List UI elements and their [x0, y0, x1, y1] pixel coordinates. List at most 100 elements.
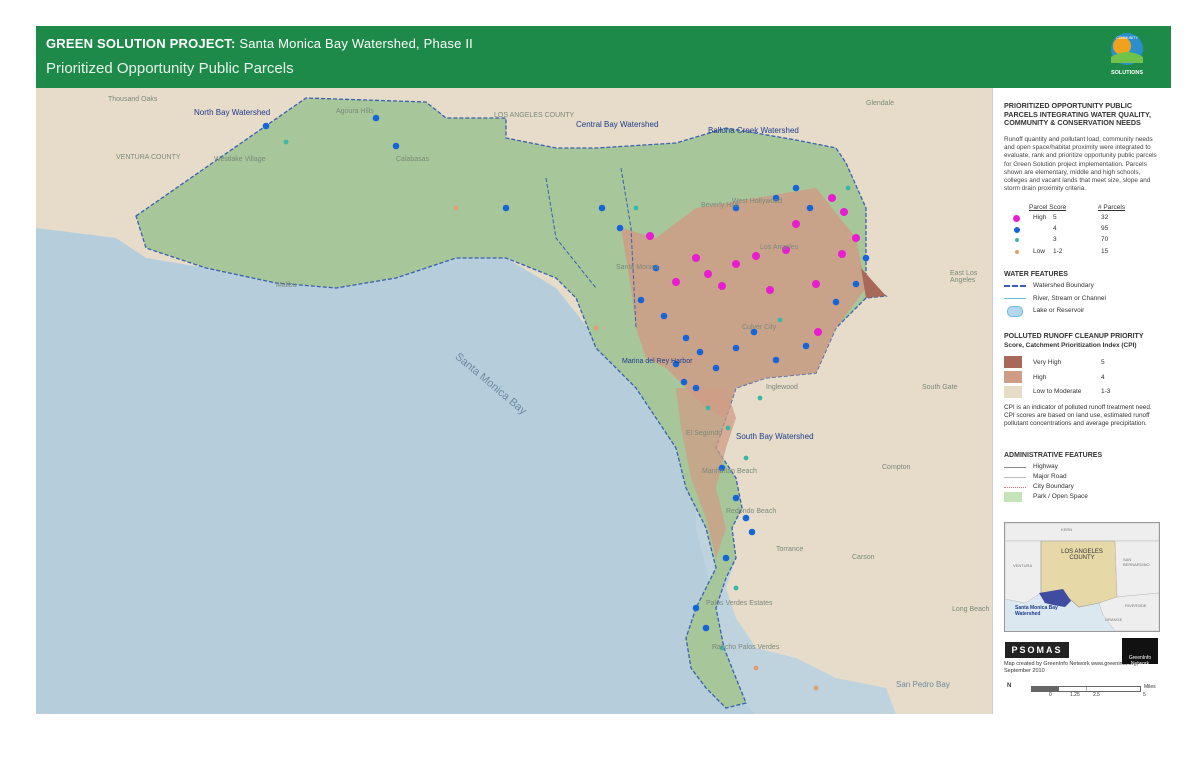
scale-25: 2.5 — [1093, 692, 1100, 698]
parcel-point — [748, 528, 756, 536]
parcel-point — [752, 252, 760, 260]
score-5-count: 32 — [1101, 214, 1109, 221]
parcel-point — [777, 317, 783, 323]
parcel-point — [283, 139, 289, 145]
parcel-point — [262, 122, 270, 130]
label-south-bay: South Bay Watershed — [736, 432, 814, 441]
parcel-point — [616, 224, 624, 232]
cpi-very-high-label: Very High — [1033, 359, 1062, 366]
parcel-point — [712, 364, 720, 372]
score-5-dot — [1013, 215, 1020, 222]
runoff-title: POLLUTED RUNOFF CLEANUP PRIORITY — [1004, 333, 1144, 340]
parcel-point — [757, 395, 763, 401]
parcel-point — [732, 494, 740, 502]
label-calabasas: Calabasas — [396, 156, 430, 163]
green-solutions-logo: SOLUTIONS COMMUNITY — [1105, 31, 1149, 81]
parcel-point — [852, 234, 860, 242]
cpi-very-high-value: 5 — [1101, 359, 1105, 366]
watershed-map[interactable]: North Bay Watershed Central Bay Watershe… — [36, 88, 992, 714]
parcel-point — [814, 328, 822, 336]
parcel-point — [637, 296, 645, 304]
highway-swatch — [1004, 467, 1026, 468]
label-malibu: Malibu — [276, 282, 297, 289]
label-los-angeles: Los Angeles — [760, 244, 799, 251]
cpi-low-value: 1-3 — [1101, 388, 1111, 395]
label-santa-monica: Santa Monica — [616, 264, 659, 271]
runoff-subtitle: Score, Catchment Prioritization Index (C… — [1004, 342, 1137, 349]
logo-text: SOLUTIONS — [1111, 70, 1143, 76]
parcel-point — [702, 624, 710, 632]
parcel-point — [813, 685, 819, 691]
parcel-point — [392, 142, 400, 150]
parcel-point — [862, 254, 870, 262]
parcel-point — [753, 665, 759, 671]
logo-top-text: COMMUNITY — [1116, 36, 1138, 40]
admin-park: Park / Open Space — [1033, 493, 1088, 500]
title-bold: GREEN SOLUTION PROJECT: — [46, 36, 236, 51]
greeninfo-logo: GreenInfo Network — [1122, 638, 1158, 667]
parcel-point — [372, 114, 380, 122]
minimap-ventura: VENTURA — [1013, 563, 1033, 568]
parcel-point — [704, 270, 712, 278]
label-north-bay: North Bay Watershed — [194, 108, 271, 117]
score-high-label: High — [1033, 214, 1047, 221]
label-la-county: LOS ANGELES COUNTY — [494, 112, 575, 119]
score-low-count: 15 — [1101, 248, 1109, 255]
parcel-point — [680, 378, 688, 386]
lake-swatch — [1007, 306, 1023, 317]
minimap-smb-watershed: Santa Monica Bay Watershed — [1015, 605, 1058, 617]
parcel-point — [733, 585, 739, 591]
cpi-very-high-swatch — [1004, 356, 1022, 368]
label-carson: Carson — [852, 554, 875, 561]
label-marina: Marina del Rey Harbor — [622, 358, 693, 365]
cpi-high-value: 4 — [1101, 374, 1105, 381]
label-east-la: East Los Angeles — [950, 270, 978, 284]
parcel-point — [732, 260, 740, 268]
parcel-point — [453, 205, 459, 211]
parcel-point — [718, 282, 726, 290]
greeninfo-text: GreenInfo Network — [1128, 655, 1152, 667]
score-3-value: 3 — [1053, 236, 1057, 243]
score-header: Parcel Score — [1029, 204, 1067, 211]
parcel-point — [682, 334, 690, 342]
score-4-value: 4 — [1053, 225, 1057, 232]
label-inglewood: Inglewood — [766, 384, 798, 391]
score-4-dot — [1014, 227, 1020, 233]
scale-125: 1.25 — [1070, 692, 1080, 698]
cpi-high-swatch — [1004, 371, 1022, 383]
score-low-dot — [1015, 250, 1019, 254]
count-header: # Parcels — [1098, 204, 1126, 211]
parcel-point — [633, 205, 639, 211]
legend-description: Runoff quantity and pollutant load, comm… — [1004, 136, 1157, 193]
parcel-point — [646, 232, 654, 240]
label-torrance: Torrance — [776, 546, 804, 553]
label-ballona: Ballona Creek Watershed — [708, 126, 799, 135]
admin-major-road: Major Road — [1033, 473, 1067, 480]
score-low-value: 1-2 — [1053, 248, 1063, 255]
score-5-value: 5 — [1053, 214, 1057, 221]
admin-highway: Highway — [1033, 463, 1058, 470]
label-culver: Culver City — [742, 324, 777, 331]
title-rest: Santa Monica Bay Watershed, Phase II — [239, 36, 473, 51]
parcel-point — [792, 184, 800, 192]
minimap-la-county: LOS ANGELES COUNTY — [1061, 549, 1103, 561]
major-road-swatch — [1004, 477, 1026, 478]
parcel-point — [598, 204, 606, 212]
watershed-boundary-swatch — [1004, 285, 1026, 287]
parcel-point — [845, 185, 851, 191]
label-thousand-oaks: Thousand Oaks — [108, 96, 158, 103]
water-item-lake: Lake or Reservoir — [1033, 307, 1085, 314]
parcel-point — [660, 312, 668, 320]
parcel-point — [502, 204, 510, 212]
label-compton: Compton — [882, 464, 911, 471]
parcel-point — [840, 208, 848, 216]
legend-title: PRIORITIZED OPPORTUNITY PUBLIC PARCELS I… — [1004, 101, 1151, 127]
label-south-gate: South Gate — [922, 384, 958, 391]
parcel-point — [743, 455, 749, 461]
water-item-boundary: Watershed Boundary — [1033, 282, 1094, 289]
north-arrow: N — [1007, 683, 1012, 689]
label-palos-verdes: Palos Verdes Estates — [706, 600, 773, 607]
label-glendale: Glendale — [866, 100, 895, 107]
admin-city-boundary: City Boundary — [1033, 483, 1074, 490]
label-redondo: Redondo Beach — [726, 508, 777, 515]
